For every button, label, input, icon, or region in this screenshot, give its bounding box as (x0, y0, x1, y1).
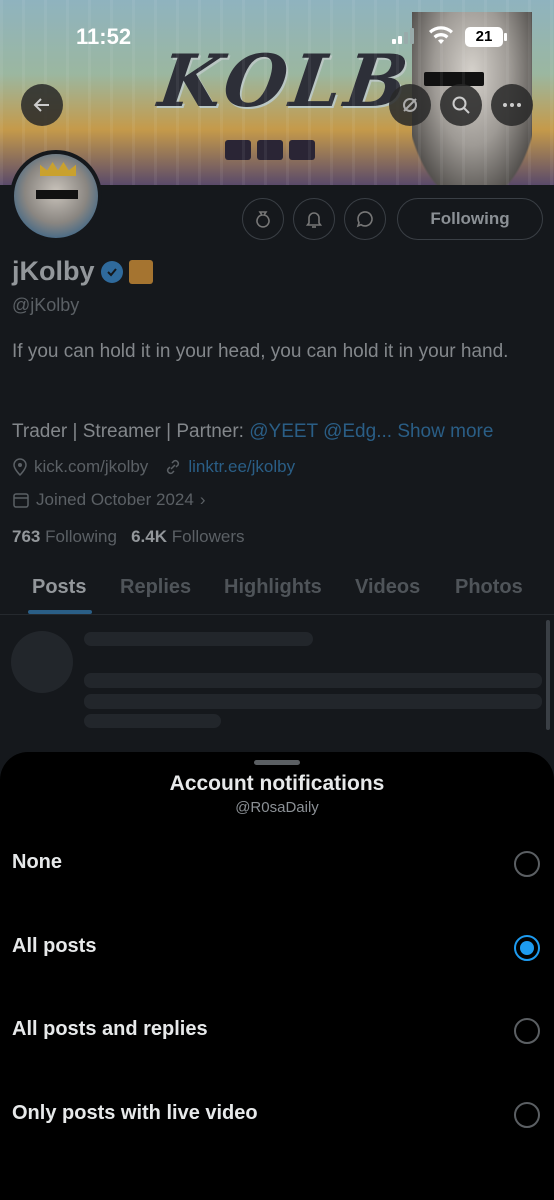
calendar-icon (13, 493, 29, 508)
joined-date: Joined October 2024 (36, 490, 194, 509)
battery-indicator: 21 (465, 27, 507, 47)
sunglasses-icon (36, 190, 78, 199)
wifi-icon (429, 26, 453, 44)
youtube-icon (289, 140, 315, 160)
profile-tabs: Posts Replies Highlights Videos Photos (0, 572, 554, 614)
following-button[interactable]: Following (397, 198, 543, 240)
back-button[interactable] (21, 84, 63, 126)
followers-count-label: Followers (171, 527, 245, 546)
scrollbar[interactable] (546, 620, 550, 730)
option-label: All posts (12, 935, 97, 957)
location-text: kick.com/jkolby (34, 457, 149, 476)
affiliate-badge-icon[interactable] (128, 259, 153, 284)
search-icon (452, 96, 470, 114)
option-live-video-only[interactable]: Only posts with live video (0, 1080, 554, 1150)
cellular-signal-icon (392, 28, 414, 44)
twitch-icon (225, 140, 251, 160)
following-count-label: Following (45, 527, 117, 546)
joined-row[interactable]: Joined October 2024 › (12, 490, 206, 510)
following-count-link[interactable]: 763 Following (12, 527, 117, 546)
skeleton-avatar (11, 631, 73, 693)
status-time: 11:52 (76, 24, 132, 49)
skeleton-line (84, 714, 221, 728)
followers-count: 6.4K (131, 527, 168, 546)
bio-partners: Trader | Streamer | Partner: @YEET @Edg.… (12, 421, 493, 443)
sheet-drag-handle[interactable] (254, 760, 300, 765)
profile-meta-links: kick.com/jkolby linktr.ee/jkolby (12, 457, 295, 477)
radio-button[interactable] (514, 851, 540, 877)
skeleton-line (84, 694, 542, 709)
option-label: Only posts with live video (12, 1102, 258, 1124)
crown-icon (40, 162, 76, 176)
radio-button[interactable] (514, 1018, 540, 1044)
skeleton-line (84, 632, 313, 646)
sheet-title: Account notifications (169, 772, 385, 795)
radio-button[interactable] (514, 1102, 540, 1128)
sheet-subtitle: @R0saDaily (235, 799, 319, 816)
more-icon (503, 103, 521, 107)
search-button[interactable] (440, 84, 482, 126)
grok-icon (403, 98, 417, 112)
chevron-right-icon: › (199, 490, 206, 509)
account-notifications-sheet: Account notifications @R0saDaily None Al… (0, 752, 554, 1200)
verified-badge-icon[interactable] (100, 260, 123, 283)
tip-button[interactable] (242, 198, 284, 240)
bio-partners-prefix: Trader | Streamer | Partner: (12, 421, 250, 442)
website-link[interactable]: linktr.ee/jkolby (188, 457, 295, 477)
tab-highlights[interactable]: Highlights (224, 576, 322, 599)
message-button[interactable] (344, 198, 386, 240)
profile-name-row: jKolby (12, 256, 153, 287)
bio-mention-links[interactable]: @YEET @Edg... (249, 421, 392, 442)
tab-replies[interactable]: Replies (120, 576, 191, 599)
tab-photos[interactable]: Photos (455, 576, 523, 599)
bio-text: If you can hold it in your head, you can… (12, 341, 509, 362)
tab-videos[interactable]: Videos (355, 576, 420, 599)
avatar[interactable] (10, 150, 102, 242)
skeleton-line (84, 673, 542, 688)
show-more-link[interactable]: Show more (397, 421, 493, 442)
grok-button[interactable] (389, 84, 431, 126)
follow-stats: 763 Following 6.4K Followers (12, 527, 245, 547)
followers-count-link[interactable]: 6.4K Followers (131, 527, 244, 546)
arrow-left-icon (33, 98, 49, 112)
tabs-divider (0, 614, 554, 615)
option-label: All posts and replies (12, 1018, 208, 1040)
option-label: None (12, 851, 62, 873)
option-none[interactable]: None (0, 829, 554, 899)
more-options-button[interactable] (491, 84, 533, 126)
status-bar: 11:52 21 (0, 22, 554, 52)
display-name: jKolby (12, 256, 95, 286)
option-all-posts-and-replies[interactable]: All posts and replies (0, 996, 554, 1066)
radio-button-selected[interactable] (514, 935, 540, 961)
location-pin-icon (13, 458, 27, 476)
following-count: 763 (12, 527, 41, 546)
money-bag-icon (256, 211, 270, 228)
bell-check-icon (305, 212, 323, 228)
username-handle: @jKolby (12, 295, 80, 315)
option-all-posts[interactable]: All posts (0, 913, 554, 983)
banner-platform-logos (225, 140, 315, 160)
link-icon (167, 459, 180, 475)
chat-bubble-icon (356, 211, 373, 228)
tab-posts[interactable]: Posts (32, 576, 86, 599)
kick-icon (257, 140, 283, 160)
notifications-button[interactable] (293, 198, 335, 240)
